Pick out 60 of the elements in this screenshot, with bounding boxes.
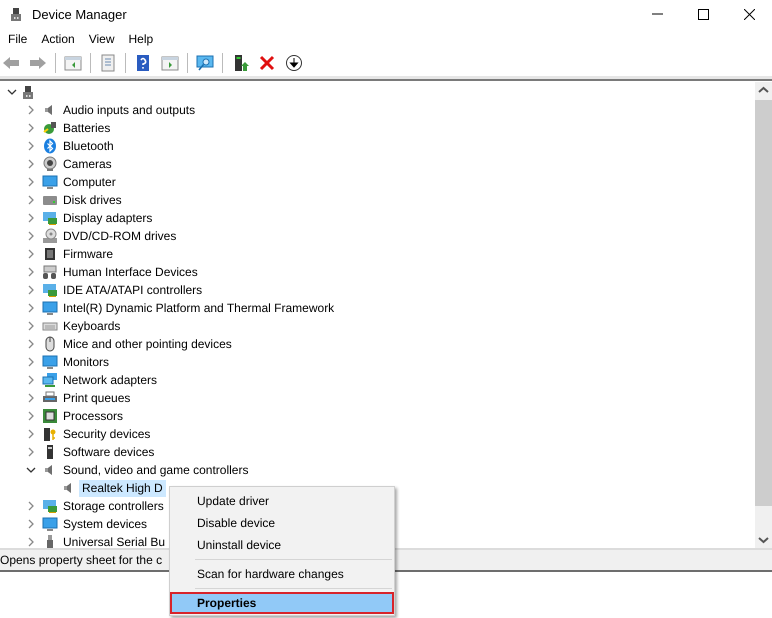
tree-item[interactable]: Mice and other pointing devices [60,336,235,352]
chip-icon [42,246,58,262]
menu-bar-item[interactable]: File [1,30,34,48]
tree-item[interactable]: Print queues [60,390,134,406]
computer-icon [20,84,36,100]
tree-item[interactable]: DVD/CD-ROM drives [60,228,180,244]
menu-item[interactable]: Properties [170,592,394,614]
tree-item[interactable]: Disk drives [60,192,125,208]
tree-item[interactable]: Software devices [60,444,158,460]
tree-item[interactable]: Bluetooth [60,138,117,154]
tree-item[interactable]: System devices [60,516,150,532]
keyboard-icon [42,264,58,280]
tree-item[interactable]: Batteries [60,120,114,136]
tree-item[interactable]: IDE ATA/ATAPI controllers [60,282,206,298]
processor-icon [42,408,58,424]
expansion-card-icon [42,282,58,298]
bluetooth-icon [42,138,58,154]
tree-item[interactable]: Keyboards [60,318,124,334]
tree-item[interactable]: Monitors [60,354,112,370]
tree-item[interactable]: Cameras [60,156,115,172]
monitor-icon [42,300,58,316]
down-arrow-circle-icon[interactable] [284,53,304,73]
menu-bar-item[interactable]: View [82,30,122,48]
menu-bar-item[interactable]: Help [122,30,160,48]
menu-item[interactable]: Update driver [170,490,394,512]
minimize-icon[interactable] [652,13,662,15]
tree-item[interactable]: Firmware [60,246,116,262]
tree-item[interactable]: Sound, video and game controllers [60,462,252,478]
monitor-icon [42,516,58,532]
tree-item[interactable]: Processors [60,408,126,424]
tree-item[interactable]: Computer [60,174,119,190]
x-mark-icon[interactable] [257,53,277,73]
computer-icon [8,6,24,22]
tree-item[interactable]: Universal Serial Bu [60,534,168,548]
menu-bar-item[interactable]: Action [34,30,82,48]
monitor-icon [42,354,58,370]
menu-item[interactable]: Scan for hardware changes [170,563,394,585]
menu-item[interactable]: Disable device [170,512,394,534]
tree-item[interactable]: Network adapters [60,372,160,388]
tree-item[interactable]: Audio inputs and outputs [60,102,198,118]
key-icon [42,426,58,442]
tree-item[interactable]: Human Interface Devices [60,264,201,280]
status-text: Opens property sheet for the c [0,553,162,567]
monitor-search-icon[interactable] [195,53,215,73]
tree-item[interactable]: Display adapters [60,210,156,226]
disc-drive-icon [42,228,58,244]
network-icon [42,372,58,388]
monitor-icon [42,174,58,190]
close-icon[interactable] [744,8,754,20]
tree-item[interactable]: Intel(R) Dynamic Platform and Thermal Framework [60,300,338,316]
window-title: Device Manager [32,6,127,22]
tree-item[interactable]: Security devices [60,426,154,442]
menu-item[interactable]: Uninstall device [170,534,394,556]
battery-icon [42,120,58,136]
tree-item[interactable]: Realtek High D [79,480,166,496]
expansion-card-icon [42,498,58,514]
webcam-icon [42,156,58,172]
tree-item[interactable]: Storage controllers [60,498,167,514]
maximize-icon[interactable] [698,8,708,20]
expansion-card-icon [42,210,58,226]
